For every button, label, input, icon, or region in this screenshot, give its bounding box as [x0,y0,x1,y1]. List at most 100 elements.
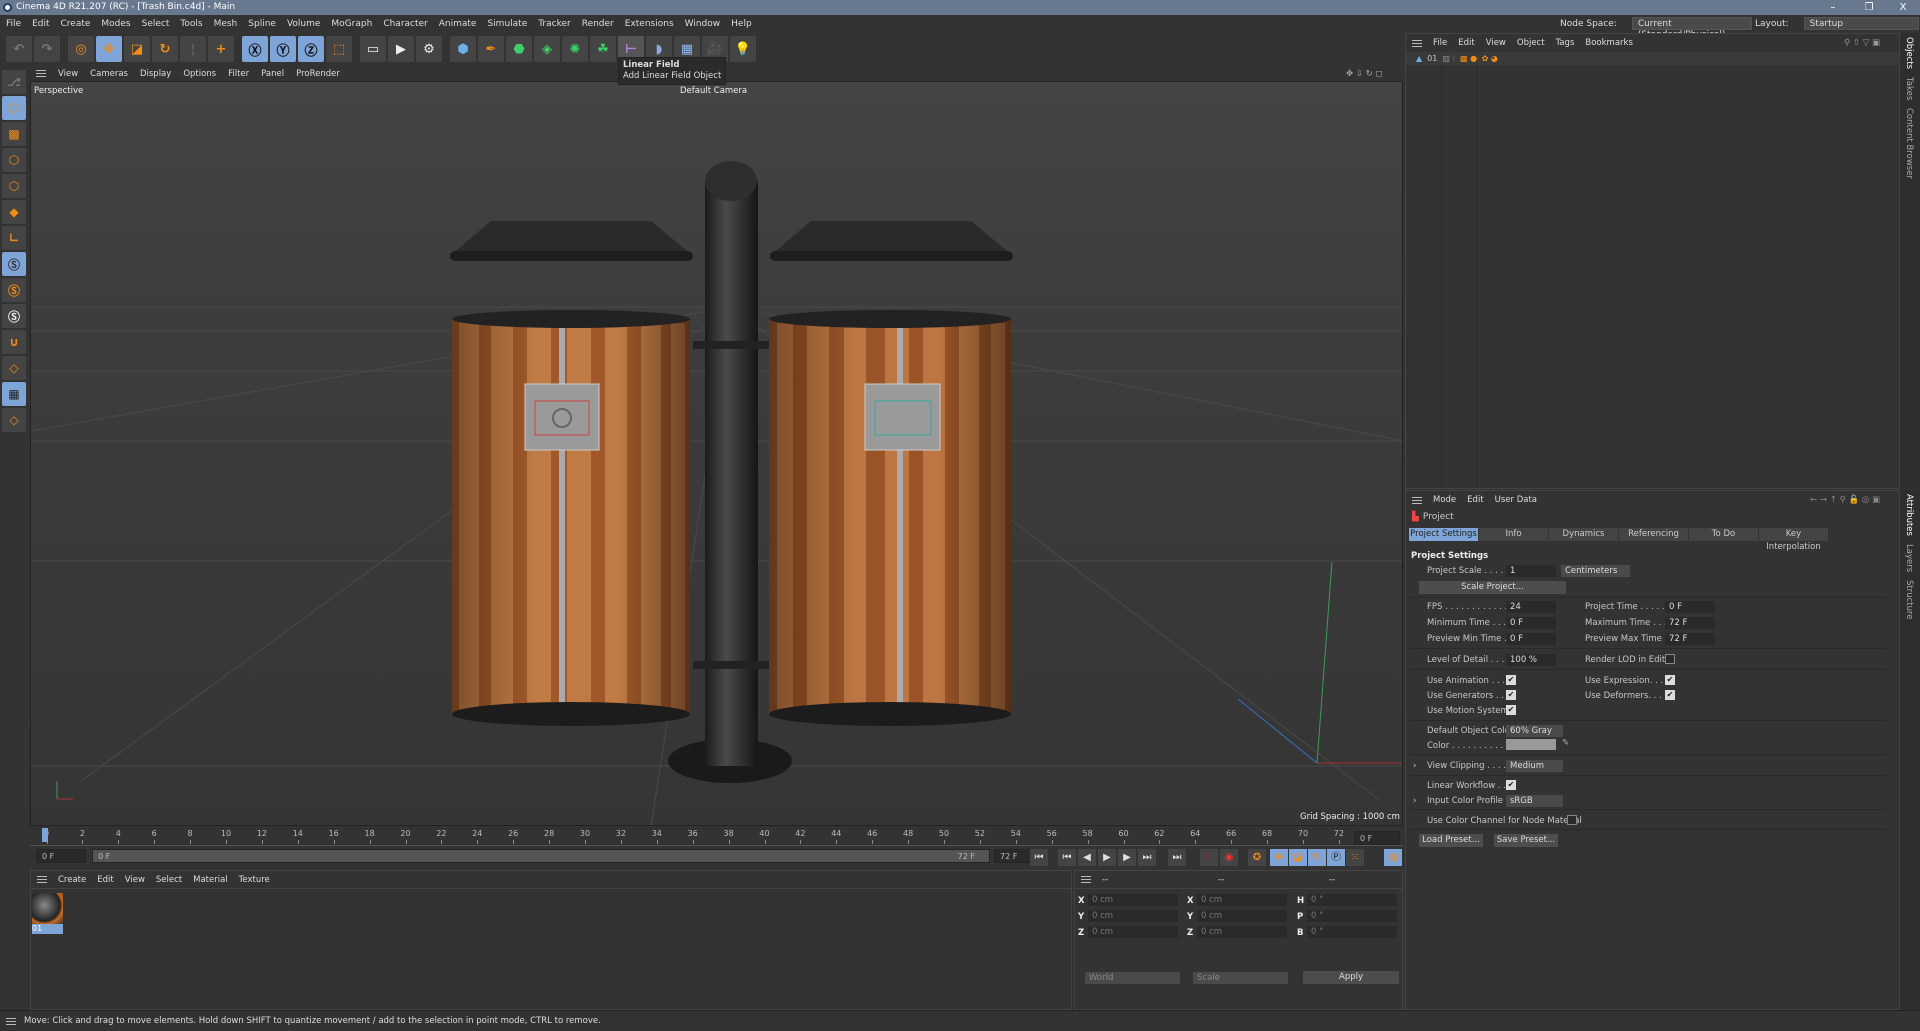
tweak-magnet-icon[interactable]: ∪ [2,330,26,354]
playhead[interactable] [42,828,48,842]
apply-button[interactable]: Apply [1303,971,1399,984]
viewport-menu-icon[interactable] [36,70,46,77]
coord-value-field[interactable]: 0 ° [1307,926,1397,938]
next-frame-icon[interactable]: ▶ [1118,849,1136,866]
minimize-button[interactable]: – [1818,0,1848,15]
save-preset-button[interactable]: Save Preset... [1494,834,1558,847]
menu-edit[interactable]: Edit [32,19,49,29]
points-mode-icon[interactable]: ⬡ [2,148,26,172]
mat-menu-edit[interactable]: Edit [97,875,113,885]
preview-frame-field[interactable]: 0 F [1354,831,1400,845]
3d-viewport[interactable] [30,81,1403,826]
menu-file[interactable]: File [6,19,21,29]
obj-menu-view[interactable]: View [1486,38,1506,48]
coord-value-field[interactable]: 0 cm [1088,910,1178,922]
key-pla-icon[interactable]: ⁙ [1346,849,1364,866]
coord-menu-icon[interactable] [1081,876,1091,883]
workplane-icon[interactable]: ◇ [2,356,26,380]
previous-key-icon[interactable]: ⏮ [1058,849,1076,866]
menu-create[interactable]: Create [61,19,91,29]
coordinate-mode-select[interactable]: World [1085,972,1180,984]
locked-workplane-icon[interactable]: ▦ [2,382,26,406]
tab-content-browser[interactable]: Content Browser [1900,104,1918,183]
render-view-icon[interactable]: ▭ [360,36,386,62]
viewport-menu-prorender[interactable]: ProRender [296,69,340,79]
attributes-nav-icons[interactable]: ← → ↑ ⚲ 🔓 ◎ ▣ [1810,495,1880,505]
key-parameter-icon[interactable]: Ⓟ [1327,849,1345,866]
attributes-menu-icon[interactable] [1412,496,1422,504]
rotate-icon[interactable]: ↻ [152,36,178,62]
menu-extensions[interactable]: Extensions [625,19,674,29]
coordinate-type-select[interactable]: Scale [1193,972,1288,984]
menu-volume[interactable]: Volume [287,19,320,29]
redo-icon[interactable]: ↷ [34,36,60,62]
viewport-menu-panel[interactable]: Panel [261,69,284,79]
menu-simulate[interactable]: Simulate [487,19,527,29]
polygons-mode-icon[interactable]: ◆ [2,200,26,224]
close-button[interactable]: X [1888,0,1918,15]
viewport-nav-icons[interactable]: ✥ ⇩ ↻ ◻ [1346,69,1383,79]
timeline-window-icon[interactable]: ▤ [1384,849,1402,866]
move-icon[interactable]: ✥ [96,36,122,62]
current-frame-field[interactable]: 0 F [36,849,86,863]
mograph-icon[interactable]: ☘ [590,36,616,62]
previous-frame-icon[interactable]: ◀ [1078,849,1096,866]
material-swatch[interactable]: 01 [32,893,63,936]
snap-enable-icon[interactable]: Ⓢ [2,278,26,302]
mat-menu-material[interactable]: Material [193,875,228,885]
z-axis-icon[interactable]: Ⓩ [298,36,324,62]
live-selection-icon[interactable]: ◎ [68,36,94,62]
use-generators-checkbox[interactable]: ✔ [1506,690,1516,700]
use-motion-system-checkbox[interactable]: ✔ [1506,705,1516,715]
attr-menu-edit[interactable]: Edit [1467,495,1483,505]
mat-menu-texture[interactable]: Texture [239,875,270,885]
color-channel-checkbox[interactable] [1567,815,1577,825]
input-color-profile-select[interactable]: sRGB [1506,795,1563,807]
mat-menu-select[interactable]: Select [156,875,182,885]
layout-select[interactable]: Startup [1803,17,1919,30]
tab-takes[interactable]: Takes [1900,73,1918,104]
view-clipping-select[interactable]: Medium [1506,760,1563,772]
use-animation-checkbox[interactable]: ✔ [1506,675,1516,685]
tab-objects[interactable]: Objects [1900,33,1918,73]
coord-value-field[interactable]: 0 cm [1197,926,1287,938]
attr-menu-user-data[interactable]: User Data [1495,495,1537,505]
mat-menu-view[interactable]: View [125,875,145,885]
cube-icon[interactable]: ⬢ [450,36,476,62]
use-deformers-checkbox[interactable]: ✔ [1665,690,1675,700]
obj-menu-file[interactable]: File [1433,38,1447,48]
next-key-icon[interactable]: ⏭ [1138,849,1156,866]
go-to-start-icon[interactable]: ⏮ [1030,849,1048,866]
pen-icon[interactable]: ✒ [478,36,504,62]
project-scale-field[interactable]: 1 [1506,565,1556,577]
coord-value-field[interactable]: 0 cm [1088,926,1178,938]
tab-info[interactable]: Info [1479,528,1548,541]
coord-value-field[interactable]: 0 ° [1307,894,1397,906]
autokey-icon[interactable]: ◉ [1220,849,1238,866]
go-to-end-icon[interactable]: ⏭ [1168,849,1186,866]
viewport-menu-display[interactable]: Display [140,69,171,79]
obj-menu-bookmarks[interactable]: Bookmarks [1585,38,1633,48]
fps-field[interactable]: 24 [1506,601,1556,613]
viewport-menu-cameras[interactable]: Cameras [90,69,128,79]
level-of-detail-field[interactable]: 100 % [1506,654,1556,666]
obj-menu-object[interactable]: Object [1517,38,1545,48]
mat-menu-create[interactable]: Create [58,875,86,885]
menu-mesh[interactable]: Mesh [214,19,238,29]
light-icon[interactable]: 💡 [730,36,756,62]
undo-icon[interactable]: ↶ [6,36,32,62]
coordinate-system-icon[interactable]: ⬚ [326,36,352,62]
obj-menu-edit[interactable]: Edit [1458,38,1474,48]
key-rotation-icon[interactable]: ↻ [1308,849,1326,866]
project-time-field[interactable]: 0 F [1665,601,1715,613]
obj-menu-tags[interactable]: Tags [1556,38,1575,48]
tab-key-interpolation[interactable]: Key Interpolation [1759,528,1828,552]
add-object-icon[interactable]: + [208,36,234,62]
restore-button[interactable]: ❐ [1854,0,1884,15]
tab-layers[interactable]: Layers [1900,540,1918,576]
cloner-icon[interactable]: ◈ [534,36,560,62]
eyedropper-icon[interactable]: ✎ [1562,738,1569,748]
object-manager-tools-icons[interactable]: ⚲ ⇧ ▽ ▣ [1844,38,1880,48]
coord-value-field[interactable]: 0 cm [1197,894,1287,906]
menu-select[interactable]: Select [142,19,170,29]
